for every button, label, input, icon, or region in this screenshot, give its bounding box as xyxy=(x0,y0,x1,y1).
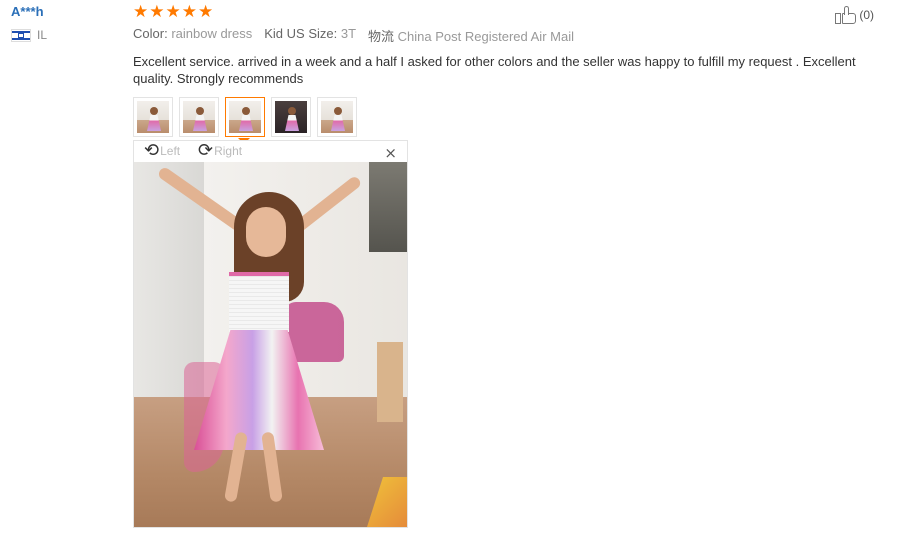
rotate-left-label: Left xyxy=(160,144,181,158)
reviewer-info: A***h IL xyxy=(11,4,121,42)
rotate-left-icon: ⟲ xyxy=(144,140,160,161)
helpful-button[interactable]: (0) xyxy=(835,6,874,24)
size-value: 3T xyxy=(340,26,357,41)
rotate-right-button[interactable]: ⟳ Right xyxy=(198,140,243,161)
star-icon: ★ xyxy=(198,2,214,22)
logistics-value: China Post Registered Air Mail xyxy=(397,29,574,44)
color-value: rainbow dress xyxy=(171,26,253,41)
review-text: Excellent service. arrived in a week and… xyxy=(133,54,856,86)
order-attributes: Color: rainbow dress Kid US Size: 3T 物流 … xyxy=(133,26,873,45)
photo-thumbnail-2[interactable] xyxy=(179,97,219,137)
star-icon: ★ xyxy=(165,2,181,22)
star-rating: ★ ★ ★ ★ ★ xyxy=(133,4,873,21)
country-code: IL xyxy=(37,28,48,42)
reviewer-country: IL xyxy=(11,28,121,42)
review-body: ★ ★ ★ ★ ★ Color: rainbow dress Kid US Si… xyxy=(133,4,873,144)
reviewer-name: A***h xyxy=(11,4,44,19)
star-icon: ★ xyxy=(181,2,197,22)
photo-viewer: ⟲ Left ⟳ Right × xyxy=(133,140,408,528)
photo-thumbnail-1[interactable] xyxy=(133,97,173,137)
israel-flag-icon xyxy=(11,28,31,42)
star-icon: ★ xyxy=(133,2,149,22)
star-icon: ★ xyxy=(149,2,165,22)
rotate-right-icon: ⟳ xyxy=(198,140,214,161)
color-attribute: Color: rainbow dress xyxy=(133,26,252,45)
viewer-toolbar: ⟲ Left ⟳ Right × xyxy=(134,140,407,163)
color-label: Color: xyxy=(133,26,168,41)
photo-thumbnail-5[interactable] xyxy=(317,97,357,137)
logistics-attribute: 物流 China Post Registered Air Mail xyxy=(368,26,574,45)
photo-thumbnail-4[interactable] xyxy=(271,97,311,137)
size-attribute: Kid US Size: 3T xyxy=(264,26,356,45)
photo-thumbnails xyxy=(133,97,873,144)
logistics-label: 物流 xyxy=(368,29,395,44)
rotate-left-button[interactable]: ⟲ Left xyxy=(144,140,181,161)
photo-thumbnail-3[interactable] xyxy=(225,97,265,137)
review-photo xyxy=(134,162,407,527)
size-label: Kid US Size: xyxy=(264,26,338,41)
close-icon[interactable]: × xyxy=(384,144,397,162)
thumbs-up-icon xyxy=(835,6,857,24)
helpful-count: (0) xyxy=(859,8,874,22)
rotate-right-label: Right xyxy=(214,144,243,158)
